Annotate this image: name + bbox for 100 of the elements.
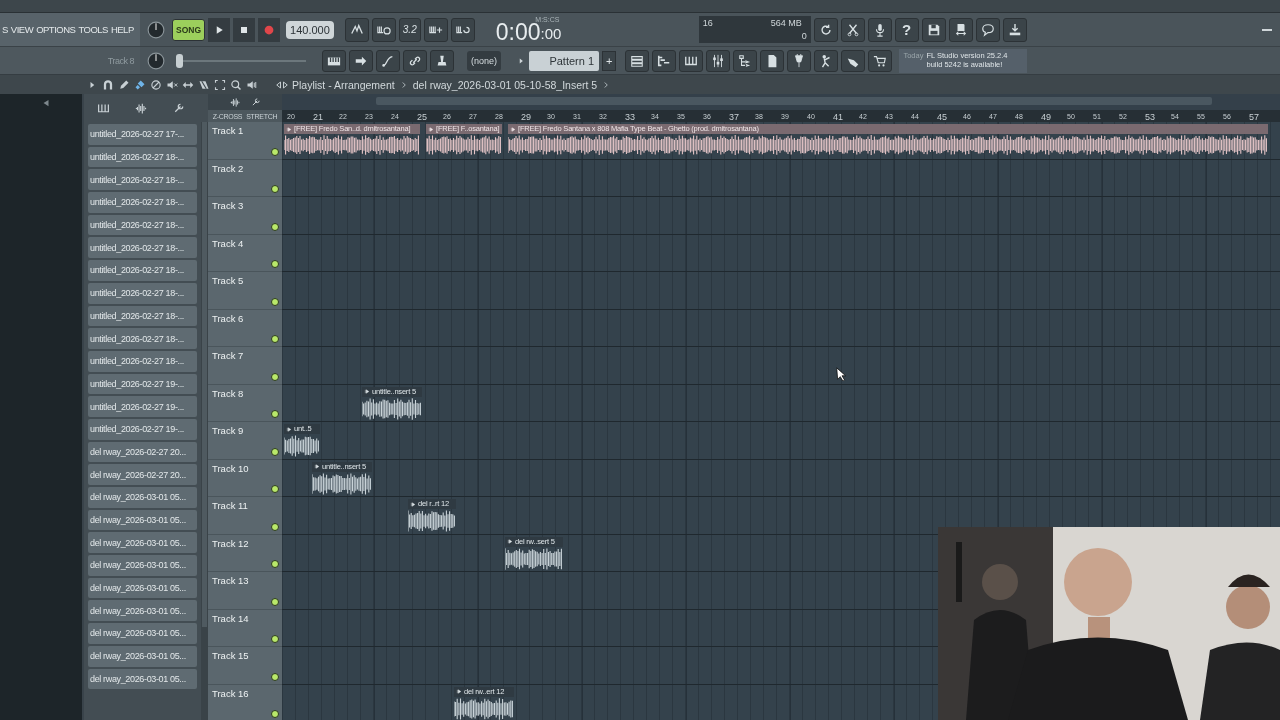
mute-toggle[interactable]: [271, 372, 279, 381]
play-button[interactable]: [208, 17, 231, 42]
audio-clip-item[interactable]: untitled_2026-02-27 18-...: [88, 260, 198, 281]
mute-toggle[interactable]: [271, 485, 279, 493]
tempo-display[interactable]: 140.000: [286, 20, 334, 39]
mute-toggle[interactable]: [271, 147, 279, 156]
toolbar-button[interactable]: [450, 17, 475, 42]
mute-toggle[interactable]: [271, 297, 279, 306]
slider-thumb[interactable]: [175, 53, 183, 68]
toolbar-button[interactable]: [706, 49, 731, 72]
track-name[interactable]: Track 14: [212, 612, 249, 624]
mute-toggle[interactable]: [271, 597, 279, 606]
audio-clip-item[interactable]: untitled_2026-02-27 18-...: [88, 282, 198, 304]
toolbar-button[interactable]: [760, 49, 785, 72]
toolbar-button[interactable]: [867, 17, 892, 42]
toolbar-button[interactable]: [1002, 17, 1027, 42]
audio-clip-item[interactable]: untitled_2026-02-27 18-...: [88, 237, 198, 259]
audio-clip-item[interactable]: del rway_2026-03-01 05...: [88, 600, 198, 622]
track-name[interactable]: Track 7: [212, 350, 244, 361]
mute-toggle[interactable]: [271, 635, 279, 643]
toolbar-button[interactable]: [423, 17, 448, 42]
track-name[interactable]: Track 16: [212, 687, 249, 699]
scrollbar-thumb[interactable]: [202, 122, 207, 627]
menu-item[interactable]: VIEW: [10, 24, 34, 35]
audio-clip-item[interactable]: del rway_2026-03-01 05...: [88, 623, 198, 644]
toolbar-button[interactable]: [430, 49, 454, 72]
pattern-name[interactable]: Pattern 1: [529, 50, 599, 71]
mute-toggle[interactable]: [271, 335, 279, 343]
audio-clip-item[interactable]: del rway_2026-03-01 05...: [88, 509, 198, 531]
audio-clip-item[interactable]: del rway_2026-03-01 05...: [88, 645, 198, 667]
toolbar-button[interactable]: [344, 17, 369, 42]
add-pattern-button[interactable]: +: [602, 50, 617, 71]
countdown-button[interactable]: 3.2: [398, 17, 421, 42]
mute-toggle[interactable]: [271, 710, 279, 718]
mute-toggle[interactable]: [271, 222, 279, 231]
track-name[interactable]: Track 10: [212, 462, 249, 474]
audio-clip-item[interactable]: untitled_2026-02-27 17-...: [88, 124, 198, 145]
toolbar-button[interactable]: [349, 49, 373, 72]
toolbar-button[interactable]: [376, 49, 400, 72]
minimize-icon[interactable]: [1262, 28, 1272, 31]
toolbar-button[interactable]: [625, 49, 650, 72]
track-name[interactable]: Track 12: [212, 537, 249, 549]
audio-clip-item[interactable]: untitled_2026-02-27 19-...: [88, 373, 198, 395]
audio-clip-item[interactable]: untitled_2026-02-27 18-...: [88, 214, 198, 236]
audio-clip-item[interactable]: untitled_2026-02-27 18-...: [88, 192, 198, 213]
toolbar-button[interactable]: [403, 49, 427, 72]
track-name[interactable]: Track 13: [212, 575, 249, 586]
toolbar-button[interactable]: [975, 17, 1000, 42]
audio-clip-item[interactable]: del rway_2026-03-01 05...: [88, 577, 198, 599]
audio-clip-item[interactable]: del rway_2026-02-27 20...: [88, 464, 198, 485]
mute-toggle[interactable]: [271, 672, 279, 681]
menu-item[interactable]: S: [2, 24, 8, 35]
mute-toggle[interactable]: [271, 560, 279, 568]
audio-clip-item[interactable]: untitled_2026-02-27 18-...: [88, 305, 198, 327]
toolbar-button[interactable]: [814, 49, 839, 72]
track-name[interactable]: Track 5: [212, 275, 244, 286]
toolbar-button[interactable]: [921, 17, 946, 42]
audio-clip-item[interactable]: untitled_2026-02-27 19-...: [88, 396, 198, 417]
song-mode-button[interactable]: SONG: [172, 18, 206, 41]
toolbar-button[interactable]: [322, 49, 346, 72]
audio-clip-item[interactable]: del rway_2026-03-01 05...: [88, 487, 198, 508]
toolbar-button[interactable]: [948, 17, 973, 42]
menu-item[interactable]: TOOLS: [78, 24, 108, 35]
stop-button[interactable]: [233, 17, 256, 42]
mute-toggle[interactable]: [271, 522, 279, 531]
menu-item[interactable]: HELP: [110, 24, 134, 35]
audio-clip-item[interactable]: del rway_2026-03-01 05...: [88, 532, 198, 554]
toolbar-button[interactable]: [652, 49, 677, 72]
track-name[interactable]: Track 9: [212, 425, 244, 436]
track-name[interactable]: Track 6: [212, 312, 244, 324]
toolbar-button[interactable]: [733, 49, 758, 72]
track-name[interactable]: Track 4: [212, 237, 244, 249]
track-name[interactable]: Track 2: [212, 162, 244, 174]
menu-item[interactable]: OPTIONS: [36, 24, 76, 35]
toolbar-button[interactable]: [840, 17, 865, 42]
mute-toggle[interactable]: [271, 447, 279, 456]
toolbar-button[interactable]: [679, 49, 704, 72]
help-button[interactable]: ?: [894, 17, 919, 42]
audio-clip-item[interactable]: untitled_2026-02-27 19-...: [88, 418, 198, 440]
mute-toggle[interactable]: [271, 410, 279, 418]
master-pitch-slider[interactable]: [176, 53, 306, 68]
track-name[interactable]: Track 8: [212, 387, 244, 399]
toolbar-button[interactable]: [787, 49, 812, 72]
toolbar-button[interactable]: [841, 49, 866, 72]
audio-clip-item[interactable]: del rway_2026-02-27 20...: [88, 441, 198, 463]
audio-clip-item[interactable]: untitled_2026-02-27 18-...: [88, 350, 198, 372]
audio-clip-item[interactable]: untitled_2026-02-27 18-...: [88, 328, 198, 349]
mute-toggle[interactable]: [271, 185, 279, 193]
track-name[interactable]: Track 11: [212, 500, 248, 511]
track-name[interactable]: Track 3: [212, 200, 244, 211]
toolbar-button[interactable]: [868, 49, 893, 72]
mute-toggle[interactable]: [271, 260, 279, 268]
toolbar-button[interactable]: [813, 17, 838, 42]
toolbar-button[interactable]: [371, 17, 396, 42]
clip-source-name[interactable]: del rway_2026-03-01 05-10-58_Insert 5: [412, 78, 598, 91]
track-name[interactable]: Track 15: [212, 650, 249, 661]
pattern-selector[interactable]: (none): [467, 50, 501, 71]
audio-clip-item[interactable]: untitled_2026-02-27 18-...: [88, 146, 198, 168]
audio-clip-item[interactable]: del rway_2026-03-01 05...: [88, 668, 198, 690]
audio-clip-item[interactable]: untitled_2026-02-27 18-...: [88, 169, 198, 191]
